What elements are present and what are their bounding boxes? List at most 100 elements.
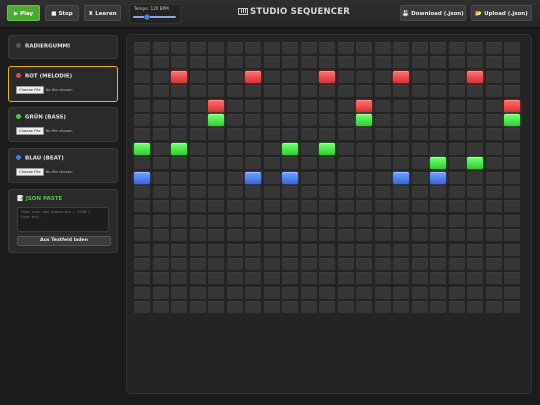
grid-cell[interactable]	[300, 128, 317, 141]
grid-cell[interactable]	[504, 301, 520, 314]
grid-cell[interactable]	[245, 128, 261, 141]
grid-cell[interactable]	[300, 56, 317, 69]
grid-cell[interactable]	[337, 229, 354, 242]
grid-cell[interactable]	[263, 157, 280, 170]
grid-cell[interactable]	[189, 85, 206, 98]
grid-cell[interactable]	[374, 142, 391, 155]
grid-cell[interactable]	[393, 142, 409, 155]
grid-cell[interactable]	[319, 157, 335, 170]
track-card-green[interactable]: GRÜN (BASS) Choose File No file chosen	[8, 107, 118, 142]
grid-cell[interactable]	[226, 56, 243, 69]
grid-cell[interactable]	[134, 200, 150, 213]
json-textarea[interactable]: Füge hier den kopierten { JSON } Code ei…	[17, 207, 109, 232]
grid-cell-rot[interactable]	[504, 99, 520, 112]
grid-cell[interactable]	[448, 243, 465, 256]
grid-cell[interactable]	[226, 42, 243, 54]
grid-cell[interactable]	[356, 301, 372, 314]
grid-cell[interactable]	[319, 229, 335, 242]
grid-cell[interactable]	[226, 99, 243, 112]
grid-cell[interactable]	[263, 142, 280, 155]
grid-cell[interactable]	[467, 258, 483, 270]
grid-cell[interactable]	[467, 229, 483, 242]
grid-cell[interactable]	[300, 114, 317, 126]
grid-cell[interactable]	[504, 157, 520, 170]
choose-file-button[interactable]: Choose File	[16, 168, 44, 176]
grid-cell[interactable]	[485, 301, 502, 314]
grid-cell[interactable]	[485, 128, 502, 141]
grid-cell[interactable]	[245, 85, 261, 98]
grid-cell[interactable]	[300, 200, 317, 213]
grid-cell[interactable]	[374, 70, 391, 83]
grid-cell[interactable]	[319, 258, 335, 270]
stop-button[interactable]: ■ Stop	[45, 5, 79, 21]
grid-cell[interactable]	[152, 128, 169, 141]
grid-cell[interactable]	[245, 258, 261, 270]
grid-cell[interactable]	[448, 301, 465, 314]
grid-cell[interactable]	[485, 243, 502, 256]
choose-file-button[interactable]: Choose File	[16, 127, 44, 135]
grid-cell[interactable]	[430, 229, 446, 242]
grid-cell[interactable]	[319, 99, 335, 112]
grid-cell[interactable]	[282, 99, 298, 112]
grid-cell[interactable]	[171, 286, 187, 299]
grid-cell[interactable]	[374, 157, 391, 170]
grid-cell[interactable]	[430, 42, 446, 54]
grid-cell[interactable]	[430, 214, 446, 227]
grid-cell[interactable]	[467, 272, 483, 285]
grid-cell-gruen[interactable]	[504, 114, 520, 126]
grid-cell[interactable]	[374, 301, 391, 314]
grid-cell[interactable]	[245, 286, 261, 299]
grid-cell[interactable]	[300, 42, 317, 54]
grid-cell[interactable]	[504, 243, 520, 256]
grid-cell[interactable]	[337, 186, 354, 198]
grid-cell[interactable]	[504, 171, 520, 184]
grid-cell[interactable]	[319, 171, 335, 184]
grid-cell[interactable]	[467, 301, 483, 314]
grid-cell[interactable]	[411, 157, 428, 170]
grid-cell[interactable]	[171, 186, 187, 198]
grid-cell[interactable]	[485, 258, 502, 270]
grid-cell[interactable]	[319, 128, 335, 141]
grid-cell[interactable]	[448, 171, 465, 184]
grid-cell[interactable]	[374, 171, 391, 184]
grid-cell[interactable]	[337, 70, 354, 83]
grid-cell[interactable]	[245, 142, 261, 155]
grid-cell[interactable]	[467, 85, 483, 98]
grid-cell[interactable]	[152, 142, 169, 155]
grid-cell[interactable]	[245, 200, 261, 213]
grid-cell[interactable]	[300, 85, 317, 98]
grid-cell[interactable]	[263, 99, 280, 112]
grid-cell[interactable]	[430, 286, 446, 299]
grid-cell[interactable]	[319, 186, 335, 198]
grid-cell[interactable]	[152, 85, 169, 98]
grid-cell[interactable]	[448, 128, 465, 141]
grid-cell[interactable]	[430, 56, 446, 69]
grid-cell[interactable]	[282, 56, 298, 69]
grid-cell[interactable]	[300, 301, 317, 314]
grid-cell[interactable]	[485, 85, 502, 98]
grid-cell[interactable]	[467, 42, 483, 54]
grid-cell[interactable]	[208, 171, 224, 184]
grid-cell[interactable]	[152, 272, 169, 285]
grid-cell[interactable]	[189, 99, 206, 112]
grid-cell[interactable]	[319, 214, 335, 227]
grid-cell[interactable]	[504, 214, 520, 227]
grid-cell[interactable]	[485, 171, 502, 184]
grid-cell[interactable]	[226, 286, 243, 299]
grid-cell[interactable]	[337, 128, 354, 141]
grid-cell[interactable]	[448, 70, 465, 83]
grid-cell[interactable]	[356, 70, 372, 83]
grid-cell-gruen[interactable]	[356, 114, 372, 126]
grid-cell[interactable]	[263, 258, 280, 270]
grid-cell[interactable]	[467, 142, 483, 155]
grid-cell[interactable]	[411, 99, 428, 112]
grid-cell[interactable]	[208, 229, 224, 242]
grid-cell[interactable]	[245, 157, 261, 170]
grid-cell[interactable]	[337, 243, 354, 256]
grid-cell[interactable]	[430, 70, 446, 83]
grid-cell[interactable]	[171, 272, 187, 285]
grid-cell-blau[interactable]	[282, 171, 298, 184]
grid-cell[interactable]	[134, 99, 150, 112]
grid-cell[interactable]	[448, 258, 465, 270]
grid-cell[interactable]	[374, 243, 391, 256]
